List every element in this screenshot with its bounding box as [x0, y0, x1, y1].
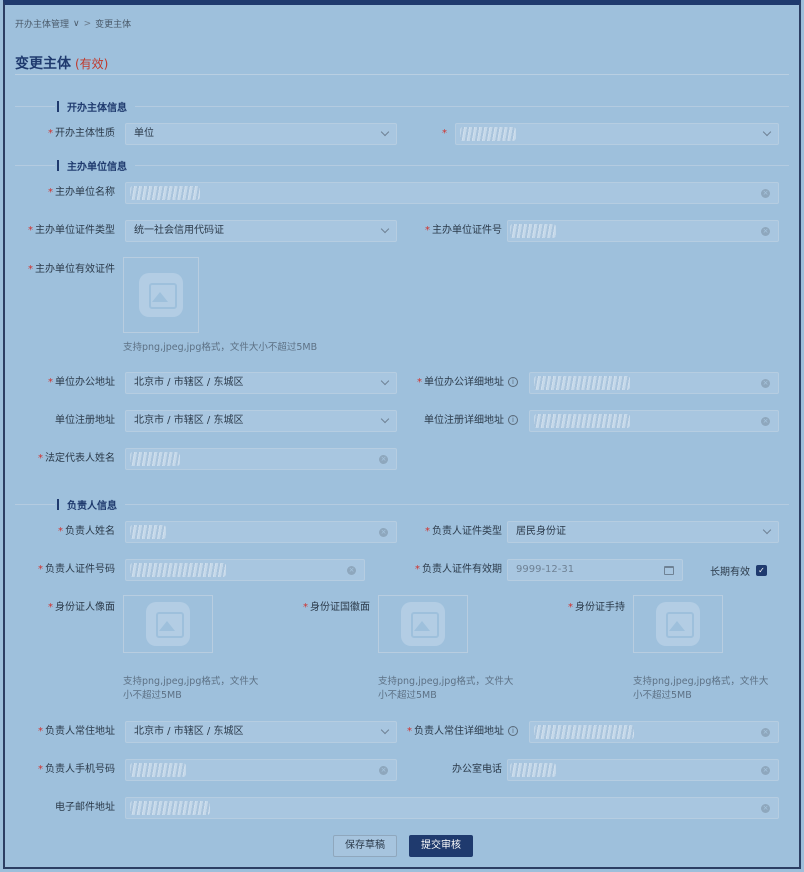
office-phone-label: 办公室电话 — [452, 764, 502, 775]
host-cert-no-input[interactable]: × — [507, 220, 779, 242]
long-term-label: 长期有效 — [710, 566, 750, 578]
required-mark: * — [442, 128, 447, 139]
reg-address-label: 单位注册地址 — [55, 415, 115, 426]
upload-hint: 支持png,jpeg,jpg格式，文件大小不超过5MB — [123, 342, 318, 353]
office-address-label: * 单位办公地址 — [48, 377, 115, 388]
id-back-upload[interactable] — [378, 595, 468, 653]
long-term-toggle[interactable]: 长期有效 ✓ — [710, 559, 767, 581]
section-responsible-info: 负责人信息 — [15, 497, 789, 512]
chevron-down-icon — [380, 414, 390, 424]
host-valid-cert-label: * 主办单位有效证件 — [28, 264, 115, 275]
id-hold-label: * 身份证手持 — [568, 602, 625, 613]
id-hold-upload[interactable] — [633, 595, 723, 653]
office-address-select[interactable]: 北京市 / 市辖区 / 东城区 — [125, 372, 397, 394]
organizer-nature-label: * 开办主体性质 — [48, 128, 115, 139]
email-label: 电子邮件地址 — [55, 802, 115, 813]
clear-icon[interactable]: × — [761, 804, 770, 813]
submit-review-button[interactable]: 提交审核 — [409, 835, 473, 857]
chevron-down-icon — [380, 127, 390, 137]
resp-cert-no-input[interactable]: × — [125, 559, 365, 581]
office-phone-input[interactable]: × — [507, 759, 779, 781]
host-cert-no-label: * 主办单位证件号 — [425, 225, 502, 236]
chevron-down-icon — [380, 224, 390, 234]
host-unit-name-label: * 主办单位名称 — [48, 187, 115, 198]
id-front-upload[interactable] — [123, 595, 213, 653]
image-placeholder-icon — [401, 602, 445, 646]
chevron-down-icon — [380, 725, 390, 735]
status-badge: (有效) — [75, 57, 109, 71]
resp-addr-detail-input[interactable]: × — [529, 721, 779, 743]
breadcrumb: 开办主体管理 ∨ > 变更主体 — [15, 17, 132, 31]
resp-address-select[interactable]: 北京市 / 市辖区 / 东城区 — [125, 721, 397, 743]
resp-addr-detail-label: * 负责人常住详细地址 i — [407, 721, 518, 743]
id-front-label: * 身份证人像面 — [48, 602, 115, 613]
host-cert-type-select[interactable]: 统一社会信用代码证 — [125, 220, 397, 242]
clear-icon[interactable]: × — [347, 566, 356, 575]
info-icon[interactable]: i — [508, 415, 518, 425]
clear-icon[interactable]: × — [761, 766, 770, 775]
clear-icon[interactable]: × — [761, 728, 770, 737]
clear-icon[interactable]: × — [761, 417, 770, 426]
section-host-unit-info: 主办单位信息 — [15, 158, 789, 173]
clear-icon[interactable]: × — [761, 189, 770, 198]
resp-cert-no-label: * 负责人证件号码 — [38, 564, 115, 575]
host-valid-cert-upload[interactable] — [123, 257, 199, 333]
image-placeholder-icon — [139, 273, 183, 317]
resp-cert-valid-label: * 负责人证件有效期 — [415, 564, 502, 575]
check-icon[interactable]: ✓ — [756, 564, 767, 576]
clear-icon[interactable]: × — [379, 455, 388, 464]
section-title: 主办单位信息 — [67, 161, 127, 173]
resp-phone-input[interactable]: × — [125, 759, 397, 781]
page-title-text: 变更主体 — [15, 56, 71, 72]
breadcrumb-current: 变更主体 — [95, 20, 132, 30]
upload-hint: 支持png,jpeg,jpg格式，文件大小不超过5MB — [378, 676, 514, 701]
reg-address-select[interactable]: 北京市 / 市辖区 / 东城区 — [125, 410, 397, 432]
resp-cert-type-label: * 负责人证件类型 — [425, 526, 502, 537]
resp-phone-label: * 负责人手机号码 — [38, 764, 115, 775]
resp-cert-type-select[interactable]: 居民身份证 — [507, 521, 779, 543]
page-title: 变更主体 (有效) — [15, 53, 108, 73]
legal-rep-label: * 法定代表人姓名 — [38, 453, 115, 464]
image-placeholder-icon — [146, 602, 190, 646]
chevron-down-icon — [380, 376, 390, 386]
reg-detail-label: 单位注册详细地址 i — [424, 410, 518, 432]
resp-name-label: * 负责人姓名 — [58, 526, 115, 537]
title-divider — [15, 74, 789, 75]
chevron-down-icon[interactable]: ∨ — [73, 19, 80, 29]
save-draft-button[interactable]: 保存草稿 — [333, 835, 397, 857]
upload-hint: 支持png,jpeg,jpg格式，文件大小不超过5MB — [123, 676, 259, 701]
calendar-icon — [664, 566, 674, 575]
clear-icon[interactable]: × — [761, 379, 770, 388]
image-placeholder-icon — [656, 602, 700, 646]
reg-detail-input[interactable]: × — [529, 410, 779, 432]
clear-icon[interactable]: × — [379, 766, 388, 775]
clear-icon[interactable]: × — [379, 528, 388, 537]
clear-icon[interactable]: × — [761, 227, 770, 236]
upload-hint: 支持png,jpeg,jpg格式，文件大小不超过5MB — [633, 676, 769, 701]
chevron-down-icon — [762, 127, 772, 137]
resp-cert-valid-date[interactable]: 9999-12-31 — [507, 559, 683, 581]
resp-address-label: * 负责人常住地址 — [38, 726, 115, 737]
host-cert-type-label: * 主办单位证件类型 — [28, 225, 115, 236]
office-detail-input[interactable]: × — [529, 372, 779, 394]
section-title: 开办主体信息 — [67, 102, 127, 114]
breadcrumb-separator: > — [83, 18, 92, 29]
form-frame: 开办主体管理 ∨ > 变更主体 变更主体 (有效) 开办主体信息 * 开办主体性质 … — [3, 0, 801, 869]
resp-name-input[interactable]: × — [125, 521, 397, 543]
breadcrumb-parent[interactable]: 开办主体管理 — [15, 17, 69, 30]
section-organizer-info: 开办主体信息 — [15, 99, 789, 114]
info-icon[interactable]: i — [508, 726, 518, 736]
organizer-type-select[interactable] — [455, 123, 779, 145]
id-back-label: * 身份证国徽面 — [303, 602, 370, 613]
organizer-nature-select[interactable]: 单位 — [125, 123, 397, 145]
section-title: 负责人信息 — [67, 500, 117, 512]
info-icon[interactable]: i — [508, 377, 518, 387]
email-input[interactable]: × — [125, 797, 779, 819]
legal-rep-input[interactable]: × — [125, 448, 397, 470]
office-detail-label: * 单位办公详细地址 i — [417, 372, 518, 394]
chevron-down-icon — [762, 525, 772, 535]
host-unit-name-input[interactable]: × — [125, 182, 779, 204]
